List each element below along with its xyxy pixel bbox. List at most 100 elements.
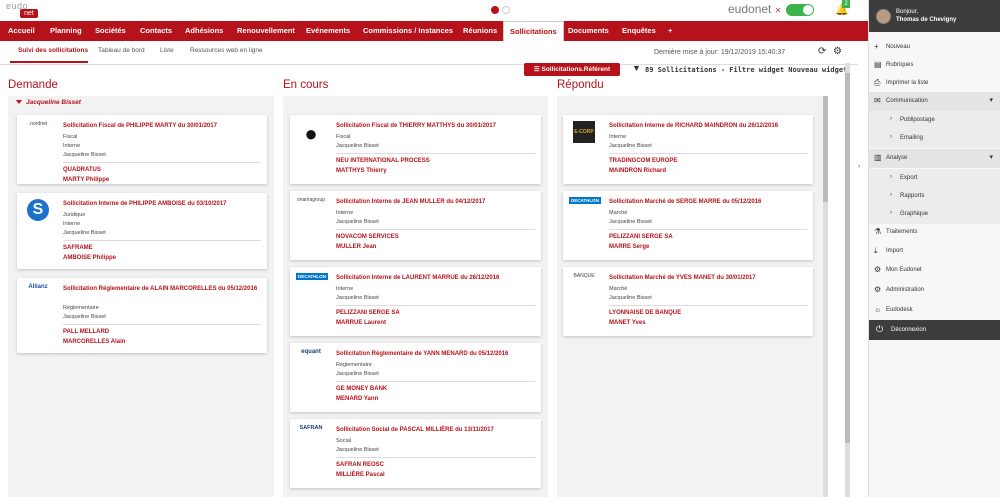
card-contact[interactable]: MARRUE Laurent <box>336 320 386 326</box>
solicitation-card[interactable]: S Sollicitation Interne de PHILIPPE AMBOI… <box>17 193 267 269</box>
card-title[interactable]: Sollicitation Interne de LAURENT MARRUE … <box>336 275 535 283</box>
card-company[interactable]: SAFRAME <box>63 245 93 251</box>
toggle-switch[interactable] <box>786 4 814 16</box>
card-company[interactable]: SAFRAN REOSC <box>336 462 384 468</box>
menu-label: Emailing <box>900 135 924 141</box>
subtab-liste[interactable]: Liste <box>160 47 174 54</box>
card-contact[interactable]: MARRE Serge <box>609 244 649 250</box>
nav-contacts[interactable]: Contacts <box>140 21 172 41</box>
card-company[interactable]: LYONNAISE DE BANQUE <box>609 310 681 316</box>
menu-imprimer-la-liste[interactable]: ⎙ Imprimer la liste <box>869 74 1000 93</box>
card-contact[interactable]: MARTY Philippe <box>63 177 109 183</box>
rubriques-icon: ▤ <box>874 60 882 69</box>
card-contact[interactable]: MENARD Yann <box>336 396 378 402</box>
card-title[interactable]: Sollicitation Social de PASCAL MILLIÈRE … <box>336 427 535 435</box>
menu-eudodesk[interactable]: ☼ Eudodesk <box>869 301 1000 320</box>
nav-documents[interactable]: Documents <box>568 21 609 41</box>
nav-accueil[interactable]: Accueil <box>8 21 35 41</box>
solicitation-card[interactable]: DECATHLON Sollicitation Interne de LAUREN… <box>290 267 541 336</box>
card-contact[interactable]: MULLER Jean <box>336 244 376 250</box>
solicitation-card[interactable]: Allianz Sollicitation Réglementaire de AL… <box>17 278 267 353</box>
menu-graphique[interactable]: › Graphique <box>869 205 1000 224</box>
menu-communication[interactable]: ✉ Communication ▾ <box>869 92 1000 111</box>
filter-icon[interactable]: ▼ <box>632 63 641 73</box>
nav-adh-sions[interactable]: Adhésions <box>185 21 223 41</box>
menu-mon-eudonet[interactable]: ⚙ Mon Eudonet <box>869 261 1000 280</box>
user-box[interactable]: Bonjour, Thomas de Chevigny <box>869 0 1000 32</box>
menu-import[interactable]: ⤓ Import <box>869 242 1000 261</box>
card-contact[interactable]: MANET Yves <box>609 320 646 326</box>
card-title[interactable]: Sollicitation Marché de YVES MANET du 30… <box>609 275 807 283</box>
dot-inactive[interactable] <box>502 6 510 14</box>
menu-analyse[interactable]: ▥ Analyse ▾ <box>869 149 1000 168</box>
solicitation-card[interactable]: E-CORP Sollicitation Interne de RICHARD M… <box>563 115 813 184</box>
card-contact[interactable]: MATTHYS Thierry <box>336 168 387 174</box>
nav-planning[interactable]: Planning <box>50 21 82 41</box>
card-title[interactable]: Sollicitation Interne de PHILIPPE AMBOIS… <box>63 201 261 209</box>
card-divider <box>336 457 535 458</box>
scrollbar-thumb[interactable] <box>823 96 828 202</box>
menu-rubriques[interactable]: ▤ Rubriques <box>869 56 1000 75</box>
card-company[interactable]: NEU INTERNATIONAL PROCESS <box>336 158 430 164</box>
nav-ev-nements[interactable]: Evénements <box>306 21 350 41</box>
card-title[interactable]: Sollicitation Interne de RICHARD MAINDRO… <box>609 123 807 131</box>
nav--[interactable]: + <box>668 21 672 41</box>
collapse-panel-icon[interactable]: › <box>858 163 860 170</box>
solicitation-card[interactable]: ● Sollicitation Fiscal de THIERRY MATTHYS… <box>290 115 541 184</box>
card-contact[interactable]: MILLIÈRE Pascal <box>336 472 385 478</box>
menu-nouveau[interactable]: + Nouveau <box>869 38 1000 57</box>
card-title[interactable]: Sollicitation Réglementaire de ALAIN MAR… <box>63 286 261 294</box>
page-scrollbar[interactable] <box>845 63 850 497</box>
menu-emailing[interactable]: › Emailing <box>869 129 1000 148</box>
page-scrollbar-thumb[interactable] <box>845 73 850 443</box>
referent-filter-button[interactable]: ☰ Sollicitations.Référent <box>524 63 620 76</box>
logout-button[interactable]: ⏻ Déconnexion <box>869 320 1000 340</box>
solicitation-card[interactable]: equant Sollicitation Réglementaire de YAN… <box>290 343 541 412</box>
card-company[interactable]: PELIZZANI SERGE SA <box>609 234 673 240</box>
card-contact[interactable]: MAINDRON Richard <box>609 168 666 174</box>
group-header[interactable]: Jacqueline Bisset <box>16 99 81 106</box>
card-company[interactable]: PALL MELLARD <box>63 329 109 335</box>
card-title[interactable]: Sollicitation Marché de SERGE MARRE du 0… <box>609 199 807 207</box>
solicitation-card[interactable]: DECATHLON Sollicitation Marché de SERGE M… <box>563 191 813 260</box>
subtab-suivi[interactable]: Suivi des sollicitations <box>18 47 88 54</box>
solicitation-card[interactable]: onamagroup Sollicitation Interne de JEAN … <box>290 191 541 260</box>
menu-traitements[interactable]: ⚗ Traitements <box>869 223 1000 242</box>
card-title[interactable]: Sollicitation Fiscal de PHILIPPE MARTY d… <box>63 123 261 131</box>
nav-sollicitations[interactable]: Sollicitations <box>503 21 564 41</box>
subtab-tableau[interactable]: Tableau de bord <box>98 47 145 54</box>
bell-icon[interactable]: 🔔 2 <box>835 0 850 16</box>
card-title[interactable]: Sollicitation Réglementaire de YANN MENA… <box>336 351 535 359</box>
dot-active[interactable] <box>491 6 499 14</box>
card-title[interactable]: Sollicitation Interne de JEAN MULLER du … <box>336 199 535 207</box>
menu-export[interactable]: › Export <box>869 169 1000 188</box>
solicitation-card[interactable]: BANQUE Sollicitation Marché de YVES MANET… <box>563 267 813 336</box>
mon-eudonet-icon: ⚙ <box>874 265 882 274</box>
nav-renouvellement[interactable]: Renouvellement <box>237 21 295 41</box>
card-type: Fiscal <box>336 134 351 140</box>
gear-icon[interactable]: ⚙ <box>833 46 842 57</box>
nav-soci-t-s[interactable]: Sociétés <box>95 21 126 41</box>
nav-enqu-tes[interactable]: Enquêtes <box>622 21 656 41</box>
app-logo[interactable]: eudo net <box>6 1 42 19</box>
refresh-icon[interactable]: ⟳ <box>818 46 826 57</box>
card-company[interactable]: QUADRATUS <box>63 167 101 173</box>
menu-rapports[interactable]: › Rapports <box>869 187 1000 206</box>
card-owner: Jacqueline Bisset <box>336 447 379 453</box>
card-company[interactable]: PELIZZANI SERGE SA <box>336 310 400 316</box>
card-company[interactable]: NOVACOM SERVICES <box>336 234 399 240</box>
nav-commissions-instances[interactable]: Commissions / Instances <box>363 21 453 41</box>
card-contact[interactable]: AMBOISE Philippe <box>63 255 116 261</box>
nav-r-unions[interactable]: Réunions <box>463 21 497 41</box>
menu-administration[interactable]: ⚙ Administration <box>869 281 1000 300</box>
solicitation-card[interactable]: .nordnet Sollicitation Fiscal de PHILIPPE… <box>17 115 267 184</box>
column-scrollbar[interactable] <box>823 96 828 497</box>
avatar[interactable] <box>876 9 891 24</box>
subtab-ressources[interactable]: Ressources web en ligne <box>190 47 263 54</box>
menu-publipostage[interactable]: › Publipostage <box>869 111 1000 130</box>
card-company[interactable]: TRADINGCOM EUROPE <box>609 158 677 164</box>
card-company[interactable]: GE MONEY BANK <box>336 386 387 392</box>
solicitation-card[interactable]: SAFRAN Sollicitation Social de PASCAL MIL… <box>290 419 541 488</box>
card-contact[interactable]: MARCORELLES Alain <box>63 339 125 345</box>
card-title[interactable]: Sollicitation Fiscal de THIERRY MATTHYS … <box>336 123 535 131</box>
